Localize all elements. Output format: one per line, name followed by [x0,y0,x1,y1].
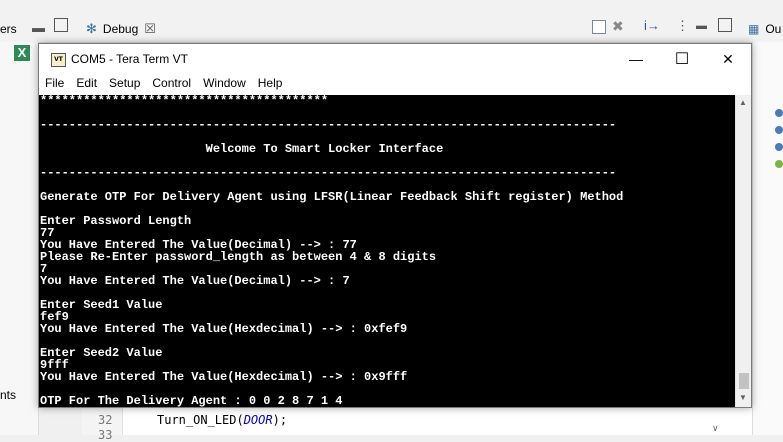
title-bar[interactable]: VT COM5 - Tera Term VT — ☐ ✕ [39,44,751,74]
outline-panel [752,42,783,435]
remove-all-terminated-icon[interactable]: ✖ [612,18,624,35]
menu-control[interactable]: Control [146,74,197,94]
close-button[interactable]: ✕ [705,44,751,74]
terminal-line: Welcome To Smart Locker Interface [40,142,444,156]
code-statement[interactable]: Turn_ON_LED(DOOR); [157,413,287,427]
maximize-button[interactable]: ☐ [659,44,705,74]
menu-file[interactable]: File [39,74,70,94]
outline-item-icon[interactable] [775,126,783,134]
minimize-debug-view-icon[interactable]: ▬ [696,20,707,32]
terminal-line: **************************************** [40,95,329,108]
view-menu-icon[interactable]: ⋮ [676,18,689,34]
outline-tab-label: Ou [765,22,782,36]
terminal-line: ----------------------------------------… [40,166,617,180]
minimize-button[interactable]: — [613,44,659,74]
scroll-down-icon[interactable]: ▼ [738,393,748,402]
debug-bug-icon: ✻ [86,21,97,36]
excel-icon[interactable]: X [14,45,30,61]
line-number: 32 [98,413,113,427]
teraterm-window: VT COM5 - Tera Term VT — ☐ ✕ File Edit S… [38,43,752,408]
terminal-line: Generate OTP For Delivery Agent using LF… [40,190,624,204]
outline-view-tab[interactable]: ▦ Ou [748,17,781,41]
debug-view-tab[interactable]: ✻ Debug ☒ [86,17,156,41]
close-debug-tab-icon[interactable]: ☒ [144,21,156,37]
menu-edit[interactable]: Edit [70,74,103,94]
maximize-view-icon[interactable] [54,18,68,32]
window-title: COM5 - Tera Term VT [71,52,188,66]
terminal-scrollbar[interactable]: ▲ ▼ [735,95,751,407]
terminal-line: OTP For The Delivery Agent : 0 0 2 8 7 1… [40,394,343,407]
menu-window[interactable]: Window [197,74,252,94]
minimize-view-icon[interactable]: ▬ [32,20,45,35]
terminal-line: Please Re-Enter password_length as betwe… [40,250,437,264]
terminal-line: You Have Entered The Value(Decimal) --> … [40,274,350,288]
code-argument: DOOR [243,413,273,427]
outline-icon: ▦ [748,22,760,36]
terminal-line: You Have Entered The Value(Hexdecimal) -… [40,322,408,336]
scroll-up-icon[interactable]: ▲ [738,98,748,107]
left-lower-view-label[interactable]: nts [0,388,16,402]
terminal-screen[interactable]: ****************************************… [39,95,735,407]
teraterm-app-icon[interactable]: VT [51,53,66,67]
line-number: 33 [98,428,113,442]
outline-item-icon[interactable] [775,109,783,117]
maximize-debug-view-icon[interactable] [718,18,732,32]
menu-setup[interactable]: Setup [103,74,146,94]
left-view-panel: X nts [0,42,39,435]
code-statement-end: ); [272,413,288,427]
left-view-tab-label: ers [0,22,17,36]
code-function-call: Turn_ON_LED( [157,413,244,427]
menu-help[interactable]: Help [252,74,289,94]
outline-item-icon[interactable] [775,143,783,151]
terminal-output: ****************************************… [39,95,735,407]
outline-item-icon[interactable] [775,160,783,168]
step-filter-icon[interactable]: i→ [644,18,660,33]
scrollbar-thumb[interactable] [739,373,749,389]
debug-tab-label: Debug [102,22,139,36]
left-view-tab[interactable]: ers [0,17,17,41]
terminal-line: ----------------------------------------… [40,118,617,132]
terminal-line: Enter Password Length [40,214,192,228]
terminal-line: You Have Entered The Value(Hexdecimal) -… [40,370,408,384]
collapse-all-icon[interactable] [592,20,606,34]
ide-toolbar-area: ers ▬ ✻ Debug ☒ ✖ i→ ⋮ ▬ ▦ Ou [0,0,783,43]
menu-bar: File Edit Setup Control Window Help [39,74,751,94]
scroll-down-icon[interactable]: ∨ [712,423,719,434]
